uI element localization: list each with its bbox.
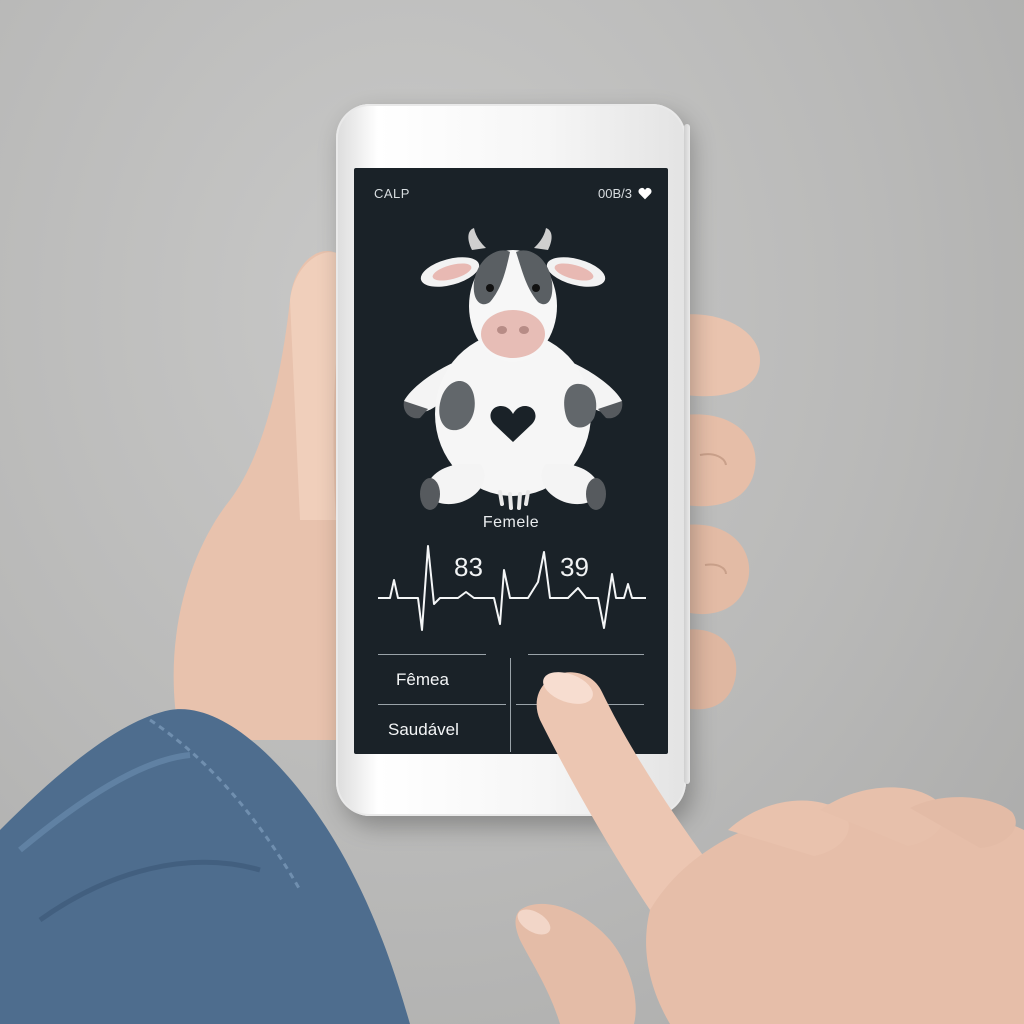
divider-top-left xyxy=(378,654,486,655)
status-left-text: CALP xyxy=(374,186,410,201)
sex-value-cell[interactable]: Fêmea xyxy=(396,670,449,690)
cow-icon xyxy=(403,228,623,510)
divider-top-right xyxy=(528,654,644,655)
photo-scene: CALP 00B/3 Femele 83 39 Fêmea Saudável xyxy=(0,0,1024,1024)
status-right-text: 00B/3 xyxy=(598,186,632,201)
heartbeat-chart xyxy=(378,545,646,631)
divider-middle-left xyxy=(378,704,506,705)
status-right[interactable]: 00B/3 xyxy=(598,186,652,201)
tapping-hand xyxy=(515,672,1024,1024)
health-status-cell[interactable]: Saudável xyxy=(388,720,459,740)
secondary-value: 39 xyxy=(560,552,589,582)
animal-sex-label: Femele xyxy=(482,514,540,531)
heart-rate-value: 83 xyxy=(454,552,483,582)
heart-icon[interactable] xyxy=(638,187,652,200)
